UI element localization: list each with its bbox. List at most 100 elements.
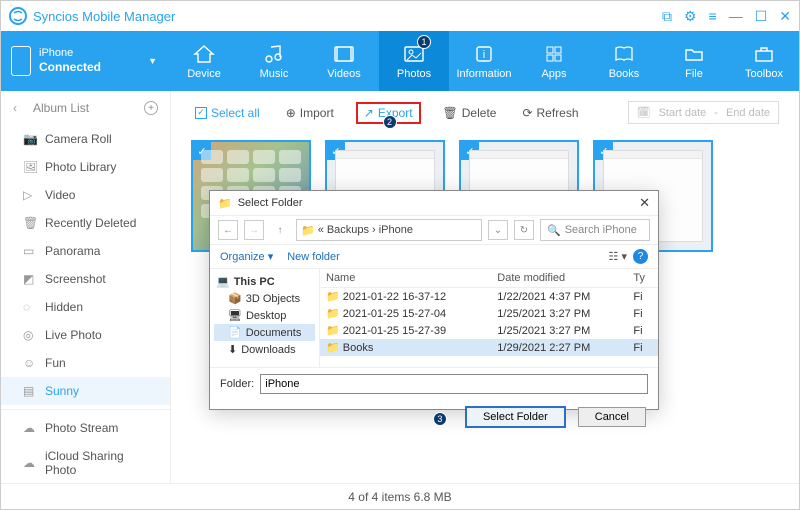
dialog-close-icon[interactable]: ✕	[639, 195, 650, 211]
topbar: iPhone Connected ▼ Device Music Videos 1…	[1, 31, 799, 91]
sidebar-item-fun[interactable]: ☺Fun	[1, 349, 170, 377]
stream-icon: ☁	[23, 421, 37, 435]
refresh-icon: ⟳	[522, 106, 532, 120]
sidebar: ‹ Album List + 📷Camera Roll 🖼Photo Libra…	[1, 91, 171, 483]
folder-icon: 📁	[326, 308, 340, 320]
dialog-title: Select Folder	[238, 197, 303, 209]
folder-row[interactable]: 📁 2021-01-25 15-27-391/25/2021 3:27 PMFi	[320, 322, 658, 339]
sidebar-item-live-photo[interactable]: ◎Live Photo	[1, 321, 170, 349]
tree-item-3d[interactable]: 📦3D Objects	[214, 290, 315, 307]
back-icon[interactable]: ‹	[13, 101, 27, 115]
col-type[interactable]: Ty	[627, 269, 658, 288]
nav-toolbox[interactable]: Toolbox	[729, 31, 799, 91]
fun-icon: ☺	[23, 356, 37, 370]
app-title: Syncios Mobile Manager	[33, 9, 175, 24]
view-options-icon[interactable]: ☷ ▾	[609, 250, 627, 263]
nav: Device Music Videos 1 Photos iInformatio…	[169, 31, 799, 91]
sidebar-item-photo-stream[interactable]: ☁Photo Stream	[1, 414, 170, 442]
device-name: iPhone	[39, 47, 101, 60]
nav-music[interactable]: Music	[239, 31, 309, 91]
breadcrumb-dropdown[interactable]: ⌄	[488, 220, 508, 240]
folder-label: Folder:	[220, 378, 254, 390]
video-icon	[333, 43, 355, 65]
folder-row[interactable]: 📁 Books1/29/2021 2:27 PMFi	[320, 339, 658, 356]
menu-icon[interactable]: ≡	[709, 8, 717, 24]
info-icon: i	[474, 43, 494, 65]
sidebar-item-photo-library[interactable]: 🖼Photo Library	[1, 153, 170, 181]
refresh-button[interactable]: ↻	[514, 220, 534, 240]
status-text: 4 of 4 items 6.8 MB	[348, 490, 451, 504]
folder-row[interactable]: 📁 2021-01-25 15-27-041/25/2021 3:27 PMFi	[320, 305, 658, 322]
breadcrumb[interactable]: 📁 « Backups › iPhone	[296, 219, 482, 241]
music-icon	[264, 43, 284, 65]
tree-item-desktop[interactable]: 🖥Desktop	[214, 307, 315, 324]
select-folder-dialog: 📁 Select Folder ✕ ← → ↑ 📁 « Backups › iP…	[209, 190, 659, 410]
tree-item-documents[interactable]: 📄Documents	[214, 324, 315, 341]
sidebar-item-video[interactable]: ▷Video	[1, 181, 170, 209]
screen-icon[interactable]: ⧉	[662, 8, 672, 25]
toolbar: ✓Select all ⊕Import ↗ Export 2 🗑Delete ⟳…	[171, 91, 799, 134]
organize-menu[interactable]: Organize ▾	[220, 250, 273, 263]
help-icon[interactable]: ?	[633, 249, 648, 264]
col-name[interactable]: Name	[320, 269, 491, 288]
refresh-button[interactable]: ⟳Refresh	[518, 104, 582, 122]
maximize-icon[interactable]: ☐	[755, 8, 768, 25]
image-icon: 🖼	[23, 160, 37, 174]
dialog-toolbar: Organize ▾ New folder ☷ ▾ ?	[210, 245, 658, 269]
minimize-icon[interactable]: —	[729, 8, 743, 24]
nav-up-button[interactable]: ↑	[270, 220, 290, 240]
select-all-button[interactable]: ✓Select all	[191, 104, 264, 122]
folder-input[interactable]	[260, 374, 648, 394]
album-icon: ▤	[23, 384, 37, 398]
export-button[interactable]: ↗ Export 2	[356, 102, 421, 124]
nav-information[interactable]: iInformation	[449, 31, 519, 91]
pc-icon: 💻	[216, 275, 230, 288]
folder-list[interactable]: Name Date modified Ty 📁 2021-01-22 16-37…	[320, 269, 658, 367]
nav-books[interactable]: Books	[589, 31, 659, 91]
select-folder-button[interactable]: Select Folder	[465, 406, 566, 428]
device-widget[interactable]: iPhone Connected ▼	[1, 31, 169, 91]
chevron-down-icon[interactable]: ▼	[148, 56, 157, 66]
sidebar-item-panorama[interactable]: ▭Panorama	[1, 237, 170, 265]
nav-photos[interactable]: 1 Photos	[379, 31, 449, 91]
doc-icon: 📄	[228, 326, 242, 339]
delete-icon: 🗑	[443, 106, 458, 120]
panorama-icon: ▭	[23, 244, 37, 258]
folder-icon: 📁	[218, 197, 232, 210]
phone-icon	[11, 46, 31, 76]
date-filter[interactable]: 🗓 Start date - End date	[628, 101, 779, 124]
col-date[interactable]: Date modified	[491, 269, 627, 288]
dialog-search[interactable]: 🔍 Search iPhone	[540, 219, 650, 241]
nav-videos[interactable]: Videos	[309, 31, 379, 91]
home-icon	[193, 43, 215, 65]
tree-item-downloads[interactable]: ⬇Downloads	[214, 341, 315, 358]
nav-back-button[interactable]: ←	[218, 220, 238, 240]
folder-icon: 📁	[301, 224, 315, 237]
sidebar-item-recently-deleted[interactable]: 🗑Recently Deleted	[1, 209, 170, 237]
delete-button[interactable]: 🗑Delete	[439, 104, 501, 122]
folder-row[interactable]: 📁 2021-01-22 16-37-121/22/2021 4:37 PMFi	[320, 288, 658, 306]
sidebar-item-hidden[interactable]: ◌Hidden	[1, 293, 170, 321]
folder-tree: 💻This PC 📦3D Objects 🖥Desktop 📄Documents…	[210, 269, 320, 367]
settings-icon[interactable]: ⚙	[684, 8, 697, 25]
close-window-icon[interactable]: ✕	[779, 8, 791, 25]
import-button[interactable]: ⊕Import	[282, 104, 338, 122]
annotation-1: 1	[417, 35, 431, 49]
folder-icon	[683, 43, 705, 65]
sidebar-item-icloud-sharing[interactable]: ☁iCloud Sharing Photo	[1, 442, 170, 483]
dialog-nav: ← → ↑ 📁 « Backups › iPhone ⌄ ↻ 🔍 Search …	[210, 215, 658, 245]
nav-file[interactable]: File	[659, 31, 729, 91]
add-album-icon[interactable]: +	[144, 101, 158, 115]
sidebar-item-camera-roll[interactable]: 📷Camera Roll	[1, 125, 170, 153]
sidebar-item-screenshot[interactable]: ◩Screenshot	[1, 265, 170, 293]
sidebar-item-sunny[interactable]: ▤Sunny	[1, 377, 170, 405]
tree-item-this-pc[interactable]: 💻This PC	[214, 273, 315, 290]
cancel-button[interactable]: Cancel	[578, 407, 646, 427]
nav-device[interactable]: Device	[169, 31, 239, 91]
apps-icon	[544, 43, 564, 65]
new-folder-button[interactable]: New folder	[287, 251, 340, 263]
search-icon: 🔍	[547, 224, 561, 237]
nav-fwd-button[interactable]: →	[244, 220, 264, 240]
hidden-icon: ◌	[23, 300, 37, 314]
nav-apps[interactable]: Apps	[519, 31, 589, 91]
